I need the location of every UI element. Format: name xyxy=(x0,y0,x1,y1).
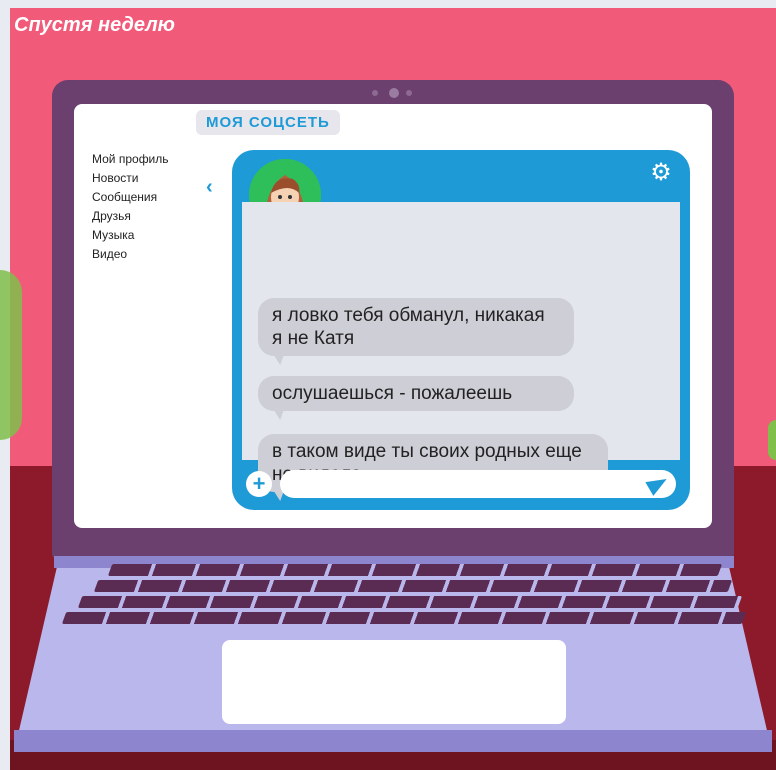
message-list: я ловко тебя обманул, никакая я не Катя … xyxy=(242,202,680,492)
site-logo[interactable]: МОЯ СОЦСЕТЬ xyxy=(196,110,340,135)
sidebar-item-music[interactable]: Музыка xyxy=(92,226,169,245)
sidebar-item-messages[interactable]: Сообщения xyxy=(92,188,169,207)
plant-left xyxy=(0,270,22,440)
key-row-3 xyxy=(77,596,743,608)
chevron-left-icon[interactable]: ‹ xyxy=(206,176,213,199)
webcam xyxy=(370,88,416,98)
key-row-2 xyxy=(93,580,733,592)
gear-icon[interactable]: ⚙ xyxy=(648,160,674,186)
composer: + xyxy=(232,460,690,510)
webcam-dot xyxy=(406,90,412,96)
scene-caption: Спустя неделю xyxy=(14,14,175,36)
message-input[interactable] xyxy=(280,470,676,498)
plant-right xyxy=(768,420,776,460)
key-row-4 xyxy=(61,612,747,624)
trackpad xyxy=(222,640,566,724)
keyboard xyxy=(40,562,747,632)
scene: Спустя неделю МОЯ СОЦСЕТЬ Мой профиль Но… xyxy=(0,0,776,770)
chat-window: ⚙ я ловко тебя обманул, никакая я не Кат… xyxy=(232,150,690,510)
sidebar-menu: Мой профиль Новости Сообщения Друзья Муз… xyxy=(92,150,169,264)
sidebar-item-friends[interactable]: Друзья xyxy=(92,207,169,226)
laptop-base-front xyxy=(14,730,772,752)
sidebar-item-profile[interactable]: Мой профиль xyxy=(92,150,169,169)
webcam-lens xyxy=(389,88,399,98)
chat-header: ⚙ xyxy=(232,150,690,234)
sidebar-item-video[interactable]: Видео xyxy=(92,245,169,264)
message-bubble: я ловко тебя обманул, никакая я не Катя xyxy=(258,298,574,356)
message-bubble: ослушаешься - пожалеешь xyxy=(258,376,574,411)
plus-icon[interactable]: + xyxy=(246,471,272,497)
key-row-1 xyxy=(107,564,723,576)
webcam-dot xyxy=(372,90,378,96)
sidebar-item-news[interactable]: Новости xyxy=(92,169,169,188)
